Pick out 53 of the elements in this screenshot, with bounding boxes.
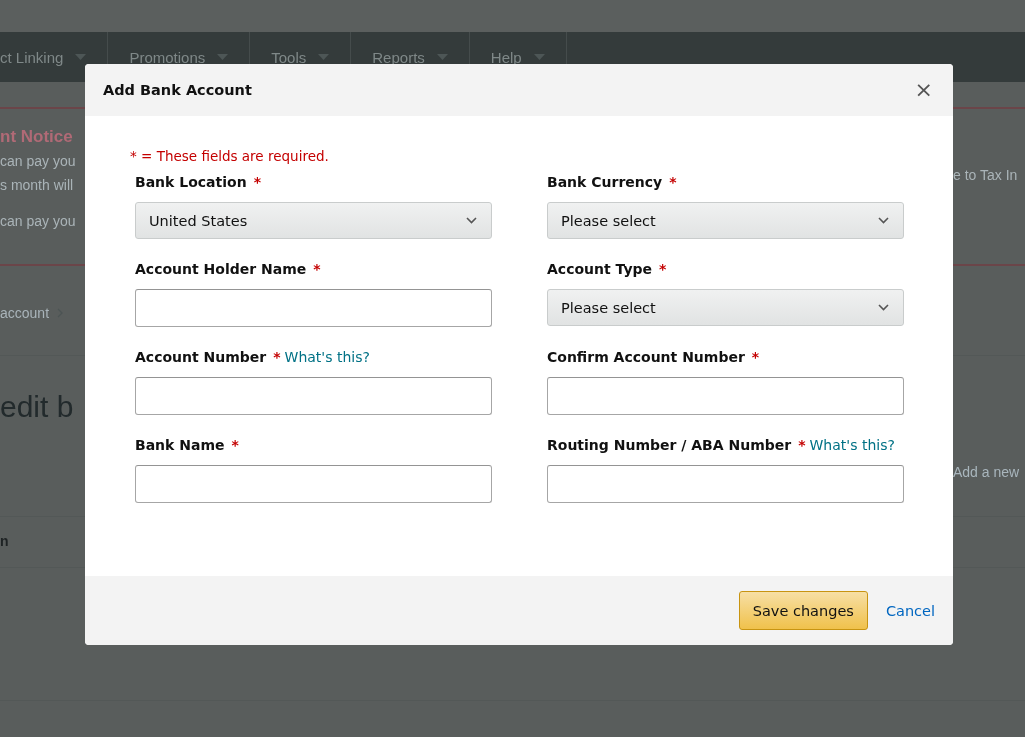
required-mark: * (659, 261, 667, 277)
nav-item[interactable]: Promotions (129, 48, 206, 66)
caret-icon (75, 54, 87, 60)
field-label: Routing Number / ABA Number (547, 437, 792, 453)
input-field[interactable] (135, 465, 492, 503)
close-button[interactable]: × (912, 79, 935, 101)
help-link[interactable]: What's this? (809, 437, 895, 453)
input-field[interactable] (547, 377, 904, 415)
notice-text: s month will (0, 176, 75, 195)
field-label: Bank Location (135, 174, 247, 190)
notice-text: e to Tax In (953, 166, 1019, 185)
required-mark: * (253, 174, 261, 190)
field-label: Account Holder Name (135, 261, 307, 277)
required-mark: * (798, 437, 806, 453)
caret-icon (533, 54, 545, 60)
dialog-title: Add Bank Account (103, 82, 252, 98)
required-mark: * (231, 437, 239, 453)
chevron-down-icon (878, 217, 889, 224)
input-field[interactable] (135, 377, 492, 415)
notice-title: nt Notice (0, 126, 74, 148)
field-label: Account Number (135, 349, 267, 365)
notice-text: can pay you (0, 212, 77, 231)
field-label: Bank Name (135, 437, 225, 453)
select-field[interactable]: Please select (547, 289, 904, 326)
field-label: Bank Currency (547, 174, 663, 190)
required-mark: * (313, 261, 321, 277)
nav-item[interactable]: Help (490, 48, 522, 66)
table-header: n (0, 533, 9, 549)
field-label: Confirm Account Number (547, 349, 745, 365)
select-field[interactable]: Please select (547, 202, 904, 239)
nav-item[interactable]: Reports (372, 48, 425, 66)
page-heading: edit b (0, 390, 74, 424)
field-label: Account Type (547, 261, 653, 277)
breadcrumb-link[interactable]: account (0, 304, 50, 321)
required-mark: * (273, 349, 281, 365)
cancel-link[interactable]: Cancel (885, 602, 935, 619)
add-link[interactable]: Add a new (953, 464, 1025, 480)
nav-item[interactable]: ct Linking (0, 48, 64, 66)
nav-item[interactable]: Tools (271, 48, 307, 66)
required-mark: * (751, 349, 760, 365)
caret-icon (217, 54, 229, 60)
caret-icon (318, 54, 330, 60)
help-link[interactable]: What's this? (284, 349, 370, 365)
chevron-down-icon (878, 304, 889, 311)
input-field[interactable] (547, 465, 904, 503)
input-field[interactable] (135, 289, 492, 327)
save-button[interactable]: Save changes (738, 591, 868, 630)
select-field[interactable]: United States (135, 202, 492, 239)
caret-icon (436, 54, 448, 60)
required-mark: * (669, 174, 677, 190)
chevron-down-icon (466, 217, 477, 224)
notice-text: can pay you (0, 152, 77, 171)
required-note: * = These fields are required. (130, 148, 330, 164)
